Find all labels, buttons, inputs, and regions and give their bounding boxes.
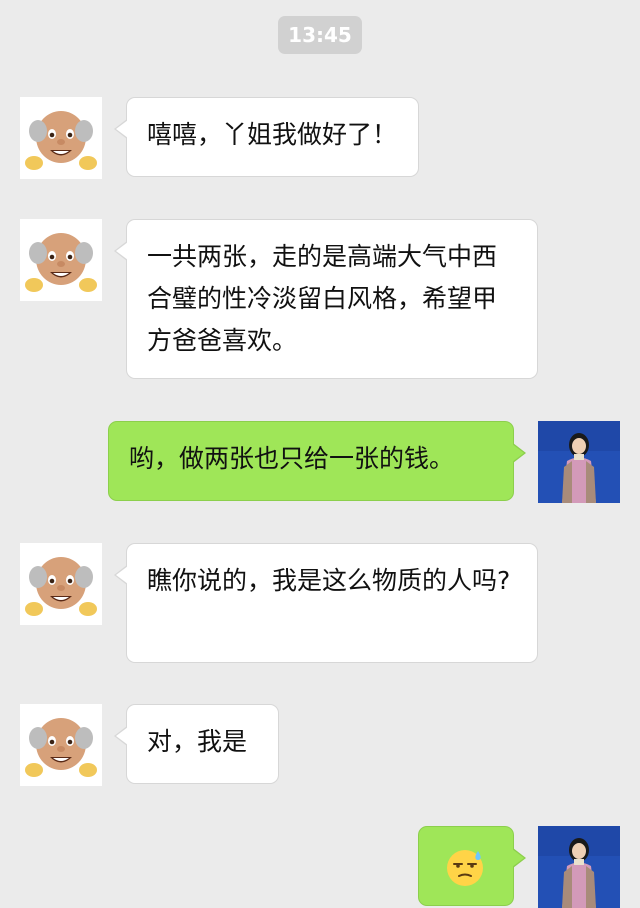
incoming-message-bubble[interactable]: 对，我是 [114,704,279,784]
message-text: 瞧你说的，我是这么物质的人吗? [147,566,511,595]
old-man-emoji-avatar-icon [20,219,102,301]
sweat-smile-emoji-icon [441,843,489,891]
contact-avatar-old-man[interactable] [20,543,102,625]
old-man-emoji-avatar-icon [20,543,102,625]
woman-photo-avatar-icon [538,826,620,908]
message-text: 对，我是 [147,727,248,756]
contact-avatar-old-man[interactable] [20,704,102,786]
incoming-message-bubble[interactable]: 瞧你说的，我是这么物质的人吗? [114,543,538,663]
contact-avatar-old-man[interactable] [20,219,102,301]
message-text: 一共两张，走的是高端大气中西合璧的性冷淡留白风格，希望甲方爸爸喜欢。 [147,242,498,355]
contact-avatar-old-man[interactable] [20,97,102,179]
woman-photo-avatar-icon [538,421,620,503]
old-man-emoji-avatar-icon [20,704,102,786]
outgoing-emoji-bubble[interactable] [418,826,526,906]
timestamp: 13:45 [278,16,362,54]
self-avatar-photo[interactable] [538,421,620,503]
old-man-emoji-avatar-icon [20,97,102,179]
message-text: 嘻嘻，丫姐我做好了！ [147,120,398,149]
message-text: 哟，做两张也只给一张的钱。 [129,444,455,473]
outgoing-message-bubble[interactable]: 哟，做两张也只给一张的钱。 [108,421,526,501]
incoming-message-bubble[interactable]: 一共两张，走的是高端大气中西合璧的性冷淡留白风格，希望甲方爸爸喜欢。 [114,219,538,379]
timestamp-label: 13:45 [288,23,352,47]
self-avatar-photo[interactable] [538,826,620,908]
incoming-message-bubble[interactable]: 嘻嘻，丫姐我做好了！ [114,97,419,177]
